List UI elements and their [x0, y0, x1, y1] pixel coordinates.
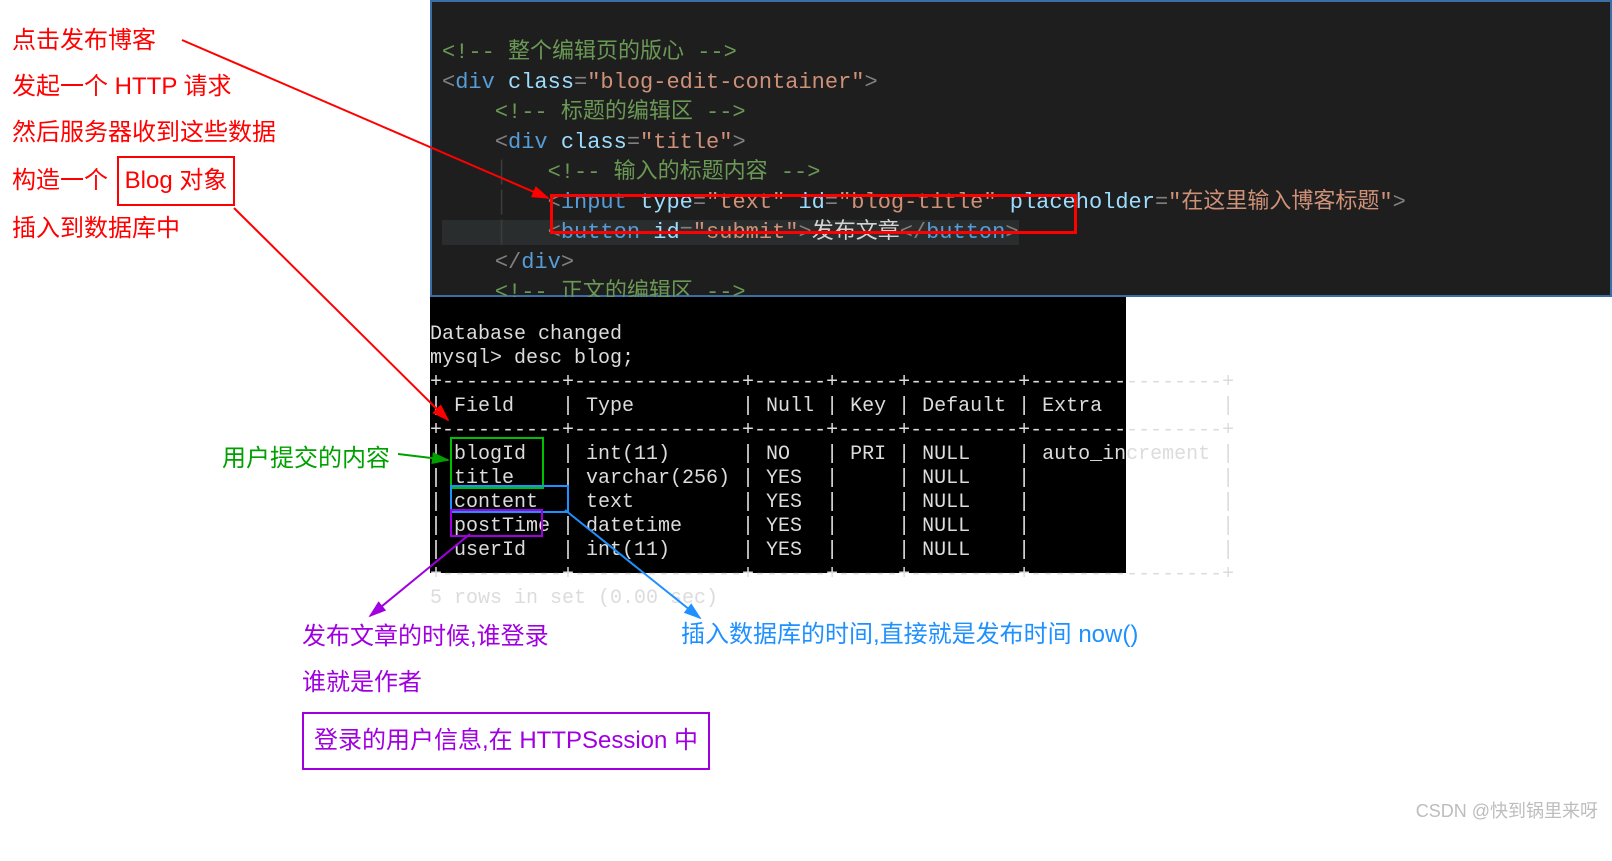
blog-object-box: Blog 对象 — [117, 156, 236, 206]
sql-prompt: mysql> — [430, 347, 514, 370]
mysql-terminal: Database changed mysql> desc blog; +----… — [430, 297, 1126, 573]
anno-line: 谁就是作者 — [302, 660, 710, 706]
anno-line: 插入到数据库中 — [12, 206, 276, 252]
attr: id — [653, 220, 679, 245]
table-row: | blogId | int(11) | NO | PRI | NULL | a… — [430, 443, 1234, 466]
anno-line: 点击发布博客 — [12, 18, 276, 64]
annotation-red-steps: 点击发布博客 发起一个 HTTP 请求 然后服务器收到这些数据 构造一个 Blo… — [12, 18, 276, 252]
table-row: | title | varchar(256) | YES | | NULL | … — [430, 467, 1234, 490]
attr-value: "在这里输入博客标题" — [1168, 190, 1392, 215]
tag: button — [561, 220, 640, 245]
sql-header: | Field | Type | Null | Key | Default | … — [430, 395, 1234, 418]
tag: div — [521, 250, 561, 275]
sql-line: Database changed — [430, 323, 622, 346]
anno-line: 发起一个 HTTP 请求 — [12, 64, 276, 110]
sql-sep: +----------+--------------+------+-----+… — [430, 563, 1234, 586]
sql-cmd: desc blog; — [514, 347, 634, 370]
attr-value: "text" — [706, 190, 785, 215]
table-row: | postTime | datetime | YES | | NULL | | — [430, 515, 1234, 538]
annotation-purple: 发布文章的时候,谁登录 谁就是作者 登录的用户信息,在 HTTPSession … — [302, 614, 710, 770]
anno-line: 发布文章的时候,谁登录 — [302, 614, 710, 660]
button-text: 发布文章 — [812, 220, 900, 245]
code-comment: <!-- 标题的编辑区 --> — [495, 100, 746, 125]
attr-value: "submit" — [693, 220, 799, 245]
attr: placeholder — [1010, 190, 1155, 215]
annotation-blue: 插入数据库的时间,直接就是发布时间 now() — [681, 614, 1138, 649]
code-editor: <!-- 整个编辑页的版心 --> <div class="blog-edit-… — [430, 0, 1612, 297]
table-row: | content | text | YES | | NULL | | — [430, 491, 1234, 514]
attr: class — [508, 70, 574, 95]
code-comment: <!-- 输入的标题内容 --> — [548, 160, 821, 185]
attr-value: "blog-edit-container" — [587, 70, 864, 95]
watermark: CSDN @快到锅里来呀 — [1416, 797, 1598, 823]
sql-sep: +----------+--------------+------+-----+… — [430, 419, 1234, 442]
anno-text: 构造一个 — [12, 167, 115, 194]
code-comment: <!-- 整个编辑页的版心 --> — [442, 40, 737, 65]
anno-line: 然后服务器收到这些数据 — [12, 110, 276, 156]
attr: id — [798, 190, 824, 215]
diagram-stage: 点击发布博客 发起一个 HTTP 请求 然后服务器收到这些数据 构造一个 Blo… — [0, 0, 1612, 861]
sql-footer: 5 rows in set (0.00 sec) — [430, 587, 718, 610]
session-info-box: 登录的用户信息,在 HTTPSession 中 — [302, 712, 710, 770]
annotation-green: 用户提交的内容 — [222, 438, 390, 473]
table-row: | userId | int(11) | YES | | NULL | | — [430, 539, 1234, 562]
tag: button — [926, 220, 1005, 245]
sql-sep: +----------+--------------+------+-----+… — [430, 371, 1234, 394]
tag: input — [561, 190, 627, 215]
attr: class — [561, 130, 627, 155]
attr: type — [640, 190, 693, 215]
tag: div — [455, 70, 495, 95]
tag: div — [508, 130, 548, 155]
attr-value: "title" — [640, 130, 732, 155]
anno-line: 构造一个 Blog 对象 — [12, 156, 276, 206]
attr-value: "blog-title" — [838, 190, 996, 215]
